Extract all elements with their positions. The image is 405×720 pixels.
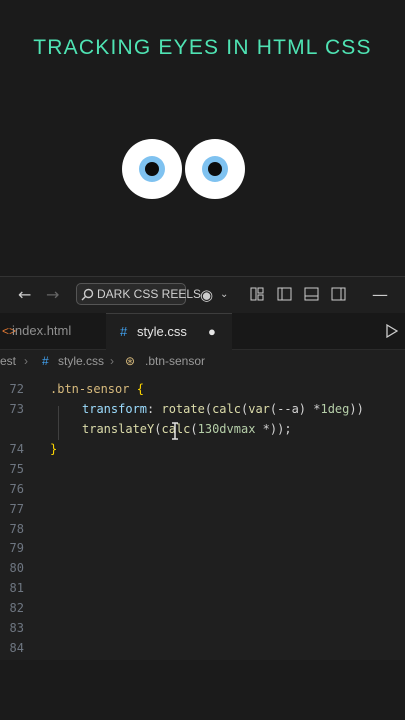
line-number: 74 xyxy=(9,442,24,456)
command-center-search[interactable]: DARK CSS REELS xyxy=(76,283,201,305)
search-label: DARK CSS REELS xyxy=(97,287,202,301)
open-brace: { xyxy=(129,382,144,396)
line-number: 82 xyxy=(9,601,24,615)
headline-title: TRACKING EYES IN HTML CSS xyxy=(33,36,372,59)
symbol-icon: ⊛ xyxy=(125,354,136,368)
text-cursor-icon xyxy=(172,422,178,440)
unsaved-dot-icon[interactable]: ● xyxy=(208,314,216,350)
line-number: 84 xyxy=(9,641,24,655)
tab-label: style.css xyxy=(137,324,187,339)
minimize-icon[interactable]: — xyxy=(372,277,388,313)
copilot-icon[interactable]: ◉ xyxy=(200,277,213,313)
line-number: 77 xyxy=(9,502,24,516)
editor-titlebar: ← → ◉ ⌄ — xyxy=(0,276,405,313)
layout-customize-icon[interactable] xyxy=(250,287,264,301)
breadcrumb: est › # style.css › ⊛ .btn-sensor xyxy=(0,350,405,372)
code-line-73: transform: rotate(calc(var(--a) *1deg)) xyxy=(82,402,364,416)
chevron-right-icon: › xyxy=(110,354,114,368)
right-iris xyxy=(202,156,228,182)
back-arrow-icon[interactable]: ← xyxy=(18,277,31,313)
code-function: calc xyxy=(212,402,241,416)
code-function: translateY xyxy=(82,422,155,436)
code-line-74: } xyxy=(50,442,58,456)
code-token: ( xyxy=(190,422,198,436)
line-number: 81 xyxy=(9,581,24,595)
toggle-secondary-sidebar-icon[interactable] xyxy=(331,287,346,301)
left-pupil xyxy=(145,162,159,176)
code-token: * xyxy=(255,422,270,436)
code-number: 130dvmax xyxy=(197,422,256,436)
code-line-73-wrap: translateY(calc(130dvmax *)); xyxy=(82,422,292,436)
tab-label: index.html xyxy=(12,323,72,338)
run-icon[interactable] xyxy=(386,324,398,338)
eyes-preview xyxy=(122,139,246,199)
right-eye xyxy=(185,139,245,199)
tab-index-html[interactable]: <> index.html xyxy=(0,313,105,349)
toggle-panel-icon[interactable] xyxy=(304,287,319,301)
code-function: rotate xyxy=(161,402,205,416)
line-number: 73 xyxy=(9,402,24,416)
breadcrumb-symbol[interactable]: .btn-sensor xyxy=(145,354,205,368)
css-selector: .btn-sensor xyxy=(50,382,130,396)
line-number: 78 xyxy=(9,522,24,536)
toggle-sidebar-icon[interactable] xyxy=(277,287,292,301)
right-pupil xyxy=(208,162,222,176)
left-eye xyxy=(122,139,182,199)
breadcrumb-folder[interactable]: est xyxy=(0,354,16,368)
forward-arrow-icon[interactable]: → xyxy=(46,277,59,313)
code-token: (--a) * xyxy=(269,402,321,416)
breadcrumb-file[interactable]: style.css xyxy=(58,354,104,368)
line-number: 75 xyxy=(9,462,24,476)
line-number: 83 xyxy=(9,621,24,635)
code-token: : xyxy=(147,402,162,416)
code-line-72: .btn-sensor { xyxy=(50,382,144,396)
css-property: transform xyxy=(82,402,148,416)
line-number: 80 xyxy=(9,561,24,575)
line-number: 72 xyxy=(9,382,24,396)
left-iris xyxy=(139,156,165,182)
code-token: )) xyxy=(349,402,364,416)
video-overlay-area: TRACKING EYES IN HTML CSS xyxy=(0,0,405,276)
video-bottom-area xyxy=(0,660,405,720)
css-file-icon: # xyxy=(120,324,128,339)
chevron-right-icon: › xyxy=(24,354,28,368)
code-token: ( xyxy=(204,402,213,416)
line-number: 76 xyxy=(9,482,24,496)
chevron-down-icon[interactable]: ⌄ xyxy=(220,277,228,313)
css-file-icon: # xyxy=(42,354,49,368)
tab-style-css[interactable]: # style.css ● xyxy=(106,313,232,350)
tab-bar: <> index.html # style.css ● xyxy=(0,313,405,350)
search-icon xyxy=(81,288,94,301)
indent-guide xyxy=(58,406,59,440)
code-function: var xyxy=(248,402,270,416)
line-number: 79 xyxy=(9,541,24,555)
code-token: )); xyxy=(269,422,292,436)
code-number: 1deg xyxy=(320,402,350,416)
